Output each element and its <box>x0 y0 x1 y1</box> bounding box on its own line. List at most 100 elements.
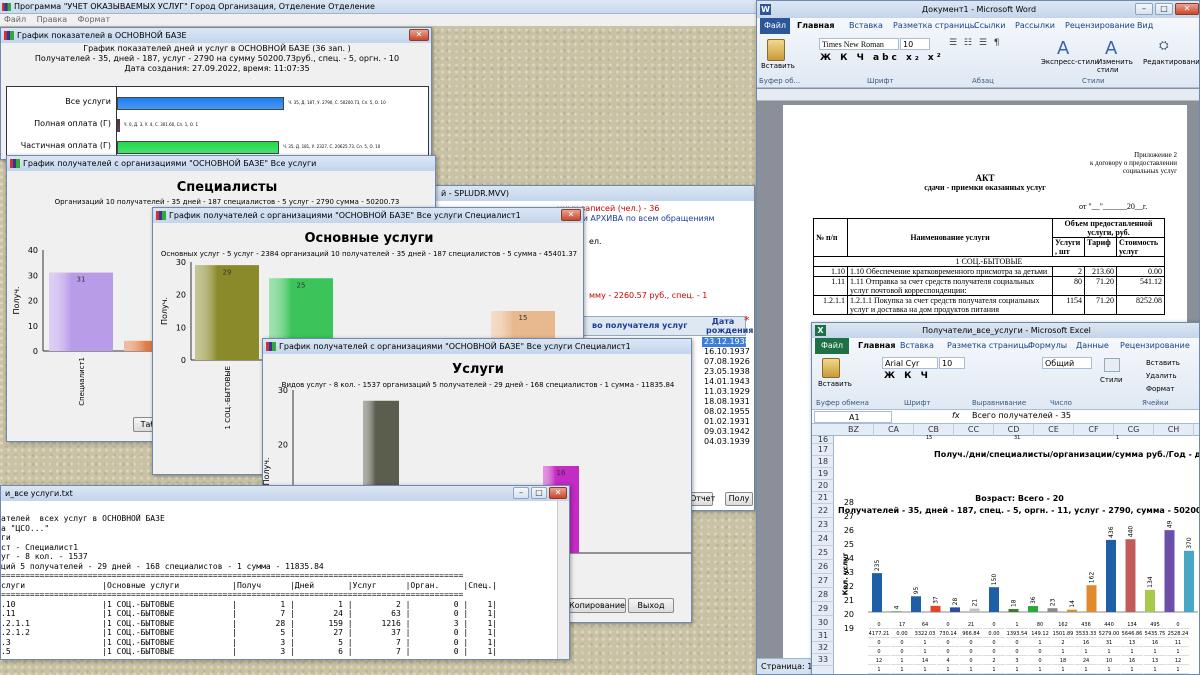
excel-table-cell[interactable]: 0 <box>1029 658 1051 665</box>
excel-format-label[interactable]: Формат <box>1146 385 1174 393</box>
report-button[interactable]: Отчет <box>689 492 715 506</box>
excel-styles-label[interactable]: Стили <box>1100 376 1123 384</box>
excel-table-cell[interactable]: 4177.21 <box>868 631 890 638</box>
excel-table-cell[interactable]: 0 <box>1167 622 1189 629</box>
list-item[interactable]: 07.08.1926 <box>702 357 750 367</box>
list-item[interactable]: 16.10.1937 <box>702 347 750 357</box>
change-styles-label[interactable]: Изменить стили <box>1097 58 1137 74</box>
excel-table-cell[interactable]: 730.14 <box>937 631 959 638</box>
excel-table-cell[interactable]: 1 <box>914 649 936 656</box>
excel-table-cell[interactable]: 10 <box>1098 658 1120 665</box>
menu-format[interactable]: Формат <box>78 15 110 24</box>
text-file-titlebar[interactable]: и_все услуги.txt – □ ✕ <box>1 486 569 501</box>
excel-row-header[interactable]: 24 <box>812 532 834 546</box>
word-tab-layout[interactable]: Разметка страницы <box>893 18 976 34</box>
express-styles-label[interactable]: Экспресс-стили <box>1041 58 1099 66</box>
excel-table-cell[interactable]: 0 <box>891 640 913 647</box>
excel-table-cell[interactable]: 16 <box>1144 640 1166 647</box>
excel-table-cell[interactable]: 31 <box>1098 640 1120 647</box>
excel-table-cell[interactable]: 1 <box>1006 667 1028 674</box>
excel-row-header[interactable]: 19 <box>812 468 834 480</box>
excel-table-cell[interactable]: 13 <box>1121 640 1143 647</box>
copy-button[interactable]: Копирование <box>568 598 626 613</box>
excel-table-cell[interactable]: 80 <box>1029 622 1051 629</box>
word-paste-label[interactable]: Вставить <box>761 62 795 70</box>
excel-insert-label[interactable]: Вставить <box>1146 359 1180 367</box>
excel-table-cell[interactable]: 4 <box>937 658 959 665</box>
excel-row-header[interactable]: 23 <box>812 518 834 532</box>
excel-table-cell[interactable]: 1393.54 <box>1006 631 1028 638</box>
close-icon[interactable]: ✕ <box>409 29 429 41</box>
list-item[interactable]: 14.01.1943 <box>702 377 750 387</box>
col-header-birthdate[interactable]: Дата рождения <box>706 317 753 335</box>
excel-name-box[interactable]: A1 <box>814 411 892 423</box>
excel-table-cell[interactable]: 1 <box>868 667 890 674</box>
word-tab-references[interactable]: Ссылки <box>974 18 1005 34</box>
excel-delete-label[interactable]: Удалить <box>1146 372 1177 380</box>
excel-fx-icon[interactable]: fx <box>952 411 960 420</box>
binoculars-icon[interactable]: ⛭ <box>1159 38 1169 53</box>
list-item[interactable]: 18.08.1931 <box>702 397 750 407</box>
excel-font-size[interactable]: 10 <box>939 357 965 369</box>
maximize-icon[interactable]: □ <box>531 487 547 499</box>
excel-table-cell[interactable]: 0 <box>937 640 959 647</box>
excel-table-cell[interactable]: 0 <box>891 649 913 656</box>
excel-table-cell[interactable]: 1 <box>1006 622 1028 629</box>
excel-table-cell[interactable]: 0 <box>868 649 890 656</box>
excel-row-header[interactable]: 33 <box>812 654 834 666</box>
excel-table-cell[interactable]: 0 <box>1029 649 1051 656</box>
excel-table-cell[interactable]: 0.00 <box>983 631 1005 638</box>
excel-table-cell[interactable]: 5646.86 <box>1121 631 1143 638</box>
excel-table-cell[interactable]: 966.84 <box>960 631 982 638</box>
excel-table-cell[interactable]: 0 <box>983 640 1005 647</box>
excel-table-cell[interactable]: 3322.03 <box>914 631 936 638</box>
change-styles-icon[interactable]: A <box>1105 38 1117 59</box>
excel-tab-layout[interactable]: Разметка страницы <box>947 338 1030 354</box>
recipients-window-titlebar[interactable]: й - SPLUDR.MVV) <box>411 186 754 201</box>
list-item[interactable]: 23.12.1938 <box>702 337 750 347</box>
excel-table-cell[interactable]: 16 <box>1075 640 1097 647</box>
excel-cell[interactable]: 31 <box>1014 435 1020 441</box>
excel-table-cell[interactable]: 1 <box>1144 649 1166 656</box>
excel-table-cell[interactable]: 16 <box>1121 658 1143 665</box>
close-icon[interactable]: ✕ <box>561 209 581 221</box>
specialists-window-titlebar[interactable]: График получателей с организациями "ОСНО… <box>7 156 435 171</box>
excel-table-cell[interactable]: 440 <box>1098 622 1120 629</box>
excel-row-header[interactable]: 28 <box>812 588 834 602</box>
excel-table-cell[interactable]: 0 <box>937 622 959 629</box>
word-tab-insert[interactable]: Вставка <box>849 18 883 34</box>
minimize-icon[interactable]: – <box>1135 3 1153 15</box>
excel-table-cell[interactable]: 1 <box>891 658 913 665</box>
express-styles-icon[interactable]: A <box>1057 38 1069 59</box>
excel-table-cell[interactable]: 18 <box>1052 658 1074 665</box>
excel-table-cell[interactable]: 0 <box>937 649 959 656</box>
excel-table-cell[interactable]: 0 <box>983 622 1005 629</box>
excel-titlebar[interactable]: X Получатели_все_услуги - Microsoft Exce… <box>812 323 1199 338</box>
excel-table-cell[interactable]: 1 <box>914 667 936 674</box>
indicators-window-titlebar[interactable]: График показателей в ОСНОВНОЙ БАЗЕ ✕ <box>1 28 431 43</box>
excel-table-cell[interactable]: 1 <box>914 640 936 647</box>
excel-cell[interactable]: 1 <box>1116 435 1119 441</box>
word-tab-mailings[interactable]: Рассылки <box>1015 18 1055 34</box>
excel-col-header[interactable]: CG <box>1114 424 1154 436</box>
excel-tab-home[interactable]: Главная <box>858 338 895 354</box>
menu-edit[interactable]: Правка <box>37 15 67 24</box>
format-buttons[interactable]: Ж К Ч abc x₂ x² <box>820 53 944 63</box>
excel-table-cell[interactable]: 24 <box>1075 658 1097 665</box>
excel-table-cell[interactable]: 13 <box>1144 658 1166 665</box>
excel-table-cell[interactable]: 1 <box>1121 649 1143 656</box>
word-tab-file[interactable]: Файл <box>760 18 790 34</box>
list-item[interactable]: 11.03.1929 <box>702 387 750 397</box>
excel-table-cell[interactable]: 436 <box>1075 622 1097 629</box>
list-item[interactable]: 01.02.1931 <box>702 417 750 427</box>
paste-icon[interactable] <box>767 39 785 61</box>
exit-button[interactable]: Выход <box>628 598 674 613</box>
word-font-name[interactable]: Times New Roman <box>819 38 899 50</box>
services-window-titlebar[interactable]: График получателей с организациями "ОСНО… <box>263 339 691 354</box>
word-font-size[interactable]: 10 <box>900 38 930 50</box>
main-services-window-titlebar[interactable]: График получателей с организациями "ОСНО… <box>153 208 583 223</box>
excel-table-cell[interactable]: 5279.00 <box>1098 631 1120 638</box>
excel-row-header[interactable]: 25 <box>812 546 834 560</box>
excel-row-header[interactable]: 27 <box>812 574 834 588</box>
excel-table-cell[interactable]: 1 <box>960 667 982 674</box>
